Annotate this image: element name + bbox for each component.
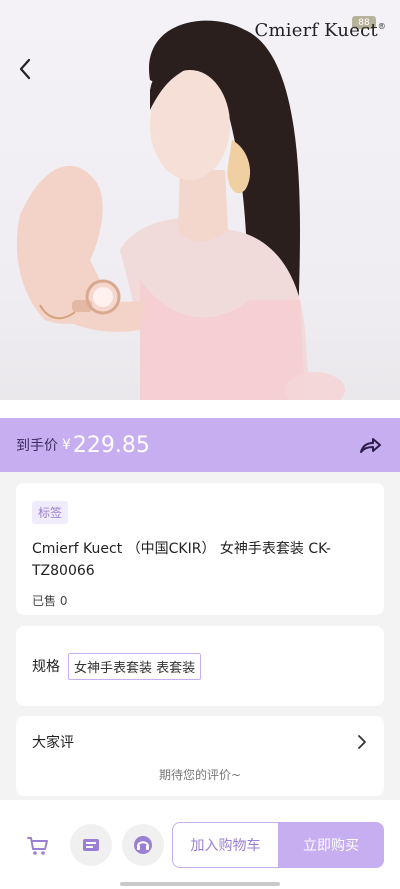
headset-icon — [134, 836, 152, 854]
reviews-card[interactable]: 大家评 期待您的评价~ — [16, 716, 384, 796]
customer-service-button[interactable] — [122, 824, 164, 866]
model-photo-illustration — [16, 20, 345, 408]
spec-label: 规格 — [32, 659, 60, 675]
buy-now-button[interactable]: 立即购买 — [278, 822, 384, 868]
price-label: 到手价 — [16, 438, 58, 454]
product-tag: 标签 — [32, 501, 69, 524]
sold-count: 已售 0 — [32, 592, 368, 609]
product-info-card: 标签 Cmierf Kuect （中国CKIR） 女神手表套装 CK-TZ800… — [16, 483, 384, 615]
reviews-title: 大家评 — [32, 735, 74, 751]
cart-icon[interactable] — [26, 834, 50, 858]
home-indicator — [120, 882, 280, 886]
product-title: Cmierf Kuect （中国CKIR） 女神手表套装 CK-TZ80066 — [32, 541, 331, 579]
product-hero-image[interactable]: 88 Cmierf Kuect® — [0, 0, 400, 418]
chevron-left-icon — [19, 58, 31, 80]
price-value: 229.85 — [72, 432, 150, 458]
back-button[interactable] — [10, 54, 40, 84]
registered-mark: ® — [377, 22, 386, 31]
spec-card[interactable]: 规格 女神手表套装 表套装 — [16, 626, 384, 706]
add-to-cart-button[interactable]: 加入购物车 — [172, 822, 278, 868]
share-button[interactable] — [358, 433, 382, 457]
sold-label: 已售 — [32, 594, 57, 608]
store-button[interactable] — [70, 824, 112, 866]
sold-number: 0 — [59, 594, 68, 608]
table-surface — [0, 400, 400, 418]
price-currency: ¥ — [62, 437, 71, 453]
brand-logo: Cmierf Kuect® — [255, 20, 386, 41]
share-arrow-icon — [360, 438, 381, 453]
spec-selected-chip[interactable]: 女神手表套装 表套装 — [68, 652, 202, 680]
reviews-empty-text: 期待您的评价~ — [158, 768, 242, 782]
store-icon — [83, 839, 99, 851]
chevron-right-icon[interactable] — [356, 734, 368, 750]
price-bar: 到手价 ¥ 229.85 — [0, 418, 400, 472]
brand-name: Cmierf Kuect — [254, 20, 378, 41]
